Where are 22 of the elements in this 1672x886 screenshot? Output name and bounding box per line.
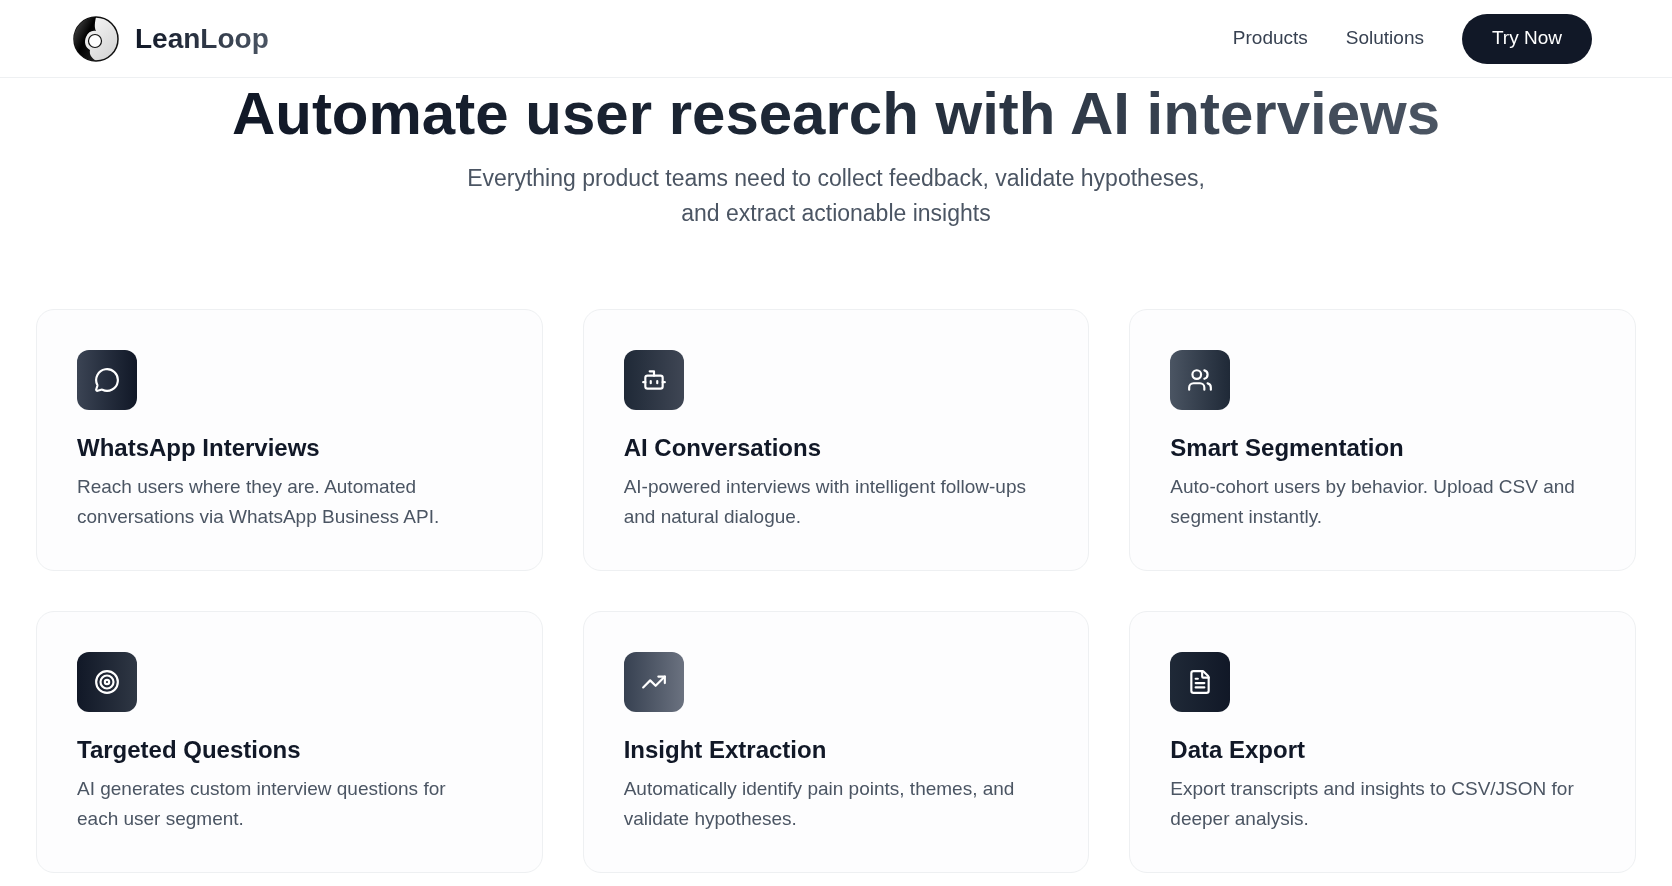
logo-icon	[73, 15, 119, 62]
people-icon	[1170, 350, 1231, 410]
feature-description: AI-powered interviews with intelligent follow-ups and natural dialogue.	[623, 475, 1027, 529]
feature-description: Auto-cohort users by behavior. Upload CSV and segment instantly.	[1170, 475, 1576, 529]
feature-description: Automatically identify pain points, themes, and validate hypotheses.	[623, 777, 1016, 831]
hero-subtitle: Everything product teams need to collect feedback, validate hypotheses, and extract actionable insights	[466, 164, 1206, 228]
target-icon	[77, 652, 137, 712]
speech-bubble-icon	[77, 350, 137, 410]
feature-title: Smart Segmentation	[1170, 433, 1405, 463]
feature-description: Reach users where they are. Automated conversations via WhatsApp Business API.	[77, 475, 441, 529]
feature-title: Data Export	[1170, 735, 1307, 765]
feature-title: Insight Extraction	[623, 735, 828, 765]
feature-title: WhatsApp Interviews	[77, 433, 321, 463]
nav-link[interactable]: Solutions	[1345, 24, 1424, 53]
feature-title: AI Conversations	[623, 433, 823, 463]
feature-description: AI generates custom interview questions for each user segment.	[77, 777, 447, 831]
feature-title: Targeted Questions	[77, 735, 302, 765]
document-icon	[1170, 652, 1231, 712]
feature-description: Export transcripts and insights to CSV/JSON for deeper analysis.	[1170, 777, 1575, 831]
robot-icon	[623, 350, 684, 410]
try-now-button[interactable]: Try Now	[1461, 13, 1592, 64]
nav-link[interactable]: Products	[1232, 24, 1308, 53]
